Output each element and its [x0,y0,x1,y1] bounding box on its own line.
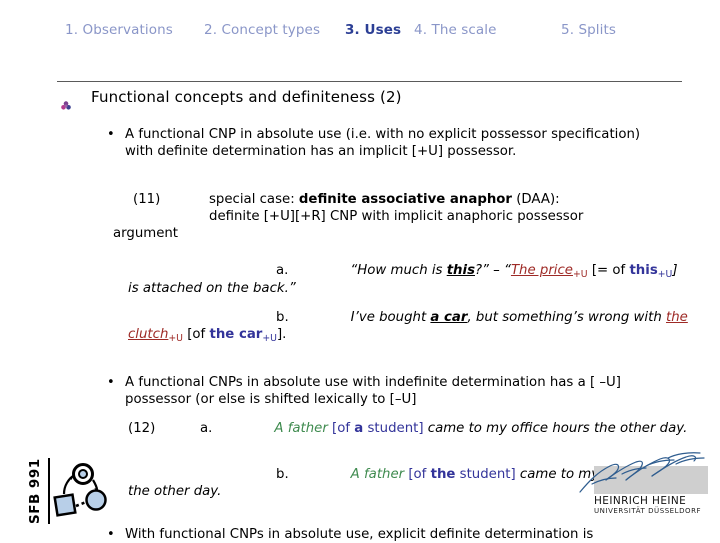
example-12b-label: b. [276,467,289,482]
bullet-2-line-1: A functional CNPs in absolute use with i… [125,375,596,390]
hhu-logo-subtitle: UNIVERSITÄT DÜSSELDORF [594,507,702,515]
example-11: (11) special case: definite associative a… [113,191,678,242]
example-11b-bracket-open: [of [183,327,210,342]
example-11-line-3: argument [113,226,179,241]
example-12a-determiner: a [354,421,364,436]
example-12-number: (12) [128,421,156,436]
example-11b: b. I’ve bought a car, but something’s wro… [128,309,688,344]
example-11b-label: b. [276,310,289,325]
example-12a-tail: came to my office hours the other day. [423,421,688,436]
example-12a-noun: student] [363,421,424,436]
title-divider [57,81,682,82]
example-12a-bracket-open: [of [327,421,355,436]
example-11-number-label: (11) [133,192,161,207]
example-11a-sub-u-1: +U [573,269,588,280]
example-11-bold-term: definite associative anaphor [298,192,512,207]
flower-bullet-icon [61,96,71,110]
example-11b-lead: I’ve bought [350,310,431,325]
example-11b-sub-u-2: +U [262,333,277,344]
example-11b-a-car: a car [430,310,468,325]
sfb-logo-label: SFB 991 [27,458,43,524]
example-12b-bracket-open: [of [404,467,431,482]
example-11a-bracket: [= of [587,263,630,278]
hhu-logo-name: HEINRICH HEINE [594,495,687,507]
example-11a-the-price: The price [510,263,573,278]
sfb-network-diagram-icon [48,458,108,524]
example-12a-label: a. [200,421,213,436]
example-11a-quote-open: “How much is [350,263,447,278]
bullet-1-line-3: possessor. [447,144,517,159]
example-12a: (12) a. A father [of a student] came to my… [128,420,694,437]
example-11a-quote-mid: ?” – “ [475,263,511,278]
example-12b-determiner: the [430,467,456,482]
slide-title-row: Functional concepts and definiteness (2) [57,88,697,112]
example-11-line-2: definite [+U][+R] CNP with implicit anap… [209,209,584,224]
example-11a-sub-u-2: +U [657,269,673,280]
example-12b-subject: A father [350,467,405,482]
sfb-logo: SFB 991 [26,458,108,524]
nav-item-observations[interactable]: 1. Observations [65,22,173,38]
bullet-marker-1: • [107,127,115,142]
nav-item-uses[interactable]: 3. Uses [345,22,401,38]
example-11a-label: a. [276,263,289,278]
bullet-1-line-1: A functional CNP in absolute use (i.e. w… [125,127,547,142]
page-title: Functional concepts and definiteness (2) [91,88,402,106]
example-11b-sub-u-1: +U [168,333,183,344]
example-11-tail: (DAA): [512,192,560,207]
bullet-marker-2: • [107,375,115,390]
nav-item-splits[interactable]: 5. Splits [561,22,616,38]
nav-item-the-scale[interactable]: 4. The scale [414,22,497,38]
example-11a-this-2: this [629,263,658,278]
bullet-text-3: With functional CNPs in absolute use, ex… [125,526,705,543]
heine-signature-icon [579,452,705,493]
example-11b-tail: ]. [276,327,287,342]
bullet-marker-3: • [107,527,115,542]
section-navbar: 1. Observations 2. Concept types 3. Uses… [0,22,720,48]
bullet-text-1: A functional CNP in absolute use (i.e. w… [125,126,650,160]
nav-item-concept-types[interactable]: 2. Concept types [204,22,320,38]
example-12a-subject: A father [274,421,328,436]
example-11a-this: this [446,263,475,278]
example-11-lead: special case: [209,192,299,207]
bullet-text-2: A functional CNPs in absolute use with i… [125,374,690,408]
example-12b-noun: student] [455,467,516,482]
example-11a: a. “How much is this?” – “The price+U [= … [128,262,688,297]
example-11b-the-car: the car [209,327,263,342]
example-11b-mid: , but something’s wrong with [467,310,666,325]
hhu-logo: HEINRICH HEINE UNIVERSITÄT DÜSSELDORF [576,452,708,524]
